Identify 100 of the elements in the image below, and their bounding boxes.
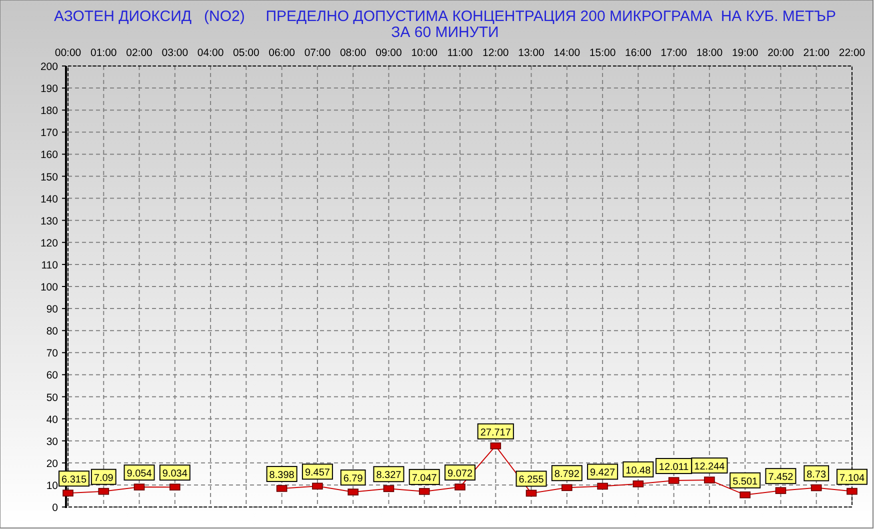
x-tick-label: 03:00: [162, 47, 188, 59]
data-point: [62, 490, 74, 496]
y-tick-label: 30: [46, 436, 58, 448]
data-label: 5.501: [730, 472, 761, 488]
data-label: 8.327: [376, 470, 402, 482]
data-label: 7.452: [765, 468, 796, 484]
data-label: 8.398: [269, 470, 295, 481]
y-tick-label: 120: [40, 237, 58, 250]
data-label: 10.48: [626, 465, 652, 476]
data-label: 7.09: [94, 472, 114, 484]
data-label: 6.315: [58, 470, 90, 487]
data-label: 12.011: [656, 458, 692, 474]
data-point: [312, 482, 323, 490]
x-tick-label: 08:00: [340, 47, 366, 59]
y-tick-label: 100: [40, 282, 58, 294]
y-tick-label: 80: [46, 326, 58, 338]
y-tick-label: 170: [40, 127, 58, 140]
y-tick-label: 90: [46, 304, 58, 316]
x-tick-label: 00:00: [54, 47, 82, 59]
data-label: 8.73: [804, 465, 830, 482]
y-tick-label: 20: [46, 458, 58, 470]
x-tick-label: 07:00: [304, 47, 331, 59]
x-tick-label: 06:00: [268, 47, 295, 59]
chart-title: АЗОТЕН ДИОКСИД (NO2) ПРЕДЕЛНО ДОПУСТИМА КОНЦЕНТРАЦИЯ 200 МИКРОГРАМА НА КУБ. МЕТЪР: [54, 8, 836, 25]
x-tick-label: 09:00: [376, 47, 402, 59]
y-tick-label: 70: [46, 348, 58, 360]
chart-subtitle: ЗА 60 МИНУТИ: [391, 24, 499, 41]
x-tick-label: 15:00: [589, 47, 616, 59]
x-tick-label: 01:00: [90, 47, 117, 59]
y-tick-label: 60: [46, 370, 58, 382]
data-label: 9.072: [444, 464, 476, 480]
y-tick-label: 40: [46, 414, 58, 426]
y-tick-label: 0: [52, 502, 58, 514]
data-label: 8.327: [373, 466, 404, 482]
data-label: 6.255: [518, 474, 544, 486]
data-point: [348, 488, 358, 496]
x-tick-label: 12:00: [482, 47, 509, 59]
data-point: [632, 480, 644, 488]
data-point: [276, 485, 288, 492]
x-tick-label: 13:00: [518, 47, 544, 59]
data-point: [526, 490, 537, 497]
y-tick-label: 130: [40, 215, 58, 228]
data-label: 8.73: [806, 469, 827, 480]
data-label: 5.501: [732, 476, 758, 488]
data-point: [562, 484, 572, 492]
x-tick-label: 14:00: [554, 47, 580, 59]
data-point: [134, 484, 145, 490]
data-label: 9.034: [159, 464, 190, 481]
data-label: 27.717: [477, 423, 514, 440]
data-label: 10.48: [622, 461, 654, 478]
data-point: [98, 488, 110, 495]
data-label: 9.427: [590, 468, 616, 479]
data-label: 9.457: [302, 464, 333, 480]
data-point: [810, 484, 822, 492]
x-tick-label: 04:00: [197, 47, 224, 59]
y-tick-label: 10: [46, 480, 58, 492]
data-label: 6.79: [343, 474, 364, 485]
data-point: [454, 484, 466, 490]
data-label: 7.047: [412, 472, 438, 484]
x-tick-label: 18:00: [696, 47, 723, 59]
data-label: 12.244: [691, 458, 728, 474]
data-point: [740, 491, 750, 498]
data-label: 8.792: [551, 465, 582, 482]
data-label: 7.104: [836, 468, 868, 485]
y-tick-label: 150: [40, 171, 58, 184]
data-label: 9.427: [587, 464, 618, 480]
data-label: 27.717: [480, 427, 512, 438]
x-tick-label: 22:00: [838, 47, 866, 59]
x-tick-label: 17:00: [660, 47, 687, 59]
data-point: [775, 487, 786, 494]
data-label: 12.244: [694, 462, 726, 472]
y-tick-label: 110: [41, 259, 58, 272]
x-tick-label: 11:00: [447, 47, 473, 59]
x-tick-label: 02:00: [126, 47, 152, 59]
data-label: 7.104: [839, 472, 865, 484]
data-label: 6.255: [516, 470, 547, 487]
y-tick-label: 160: [40, 149, 58, 162]
data-label: 6.79: [340, 470, 366, 486]
data-point: [170, 484, 180, 490]
x-tick-label: 10:00: [411, 47, 438, 59]
x-tick-label: 21:00: [803, 47, 830, 59]
y-tick-label: 50: [46, 392, 58, 404]
data-label: 9.072: [447, 468, 473, 480]
x-tick-label: 19:00: [732, 47, 758, 59]
data-label: 6.315: [61, 474, 87, 486]
data-point: [383, 485, 394, 492]
data-label: 7.452: [768, 472, 794, 484]
y-tick-label: 200: [40, 61, 58, 73]
x-tick-label: 16:00: [625, 47, 652, 59]
data-label: 9.054: [124, 464, 155, 481]
data-point: [704, 476, 715, 484]
data-label: 7.09: [90, 468, 116, 485]
data-point: [668, 477, 680, 484]
data-label: 12.011: [658, 462, 690, 474]
data-label: 9.054: [126, 468, 152, 480]
data-label: 9.034: [162, 468, 188, 480]
y-tick-label: 190: [40, 83, 58, 96]
data-label: 7.047: [408, 468, 440, 485]
data-point: [846, 488, 858, 495]
y-tick-label: 140: [40, 193, 58, 206]
